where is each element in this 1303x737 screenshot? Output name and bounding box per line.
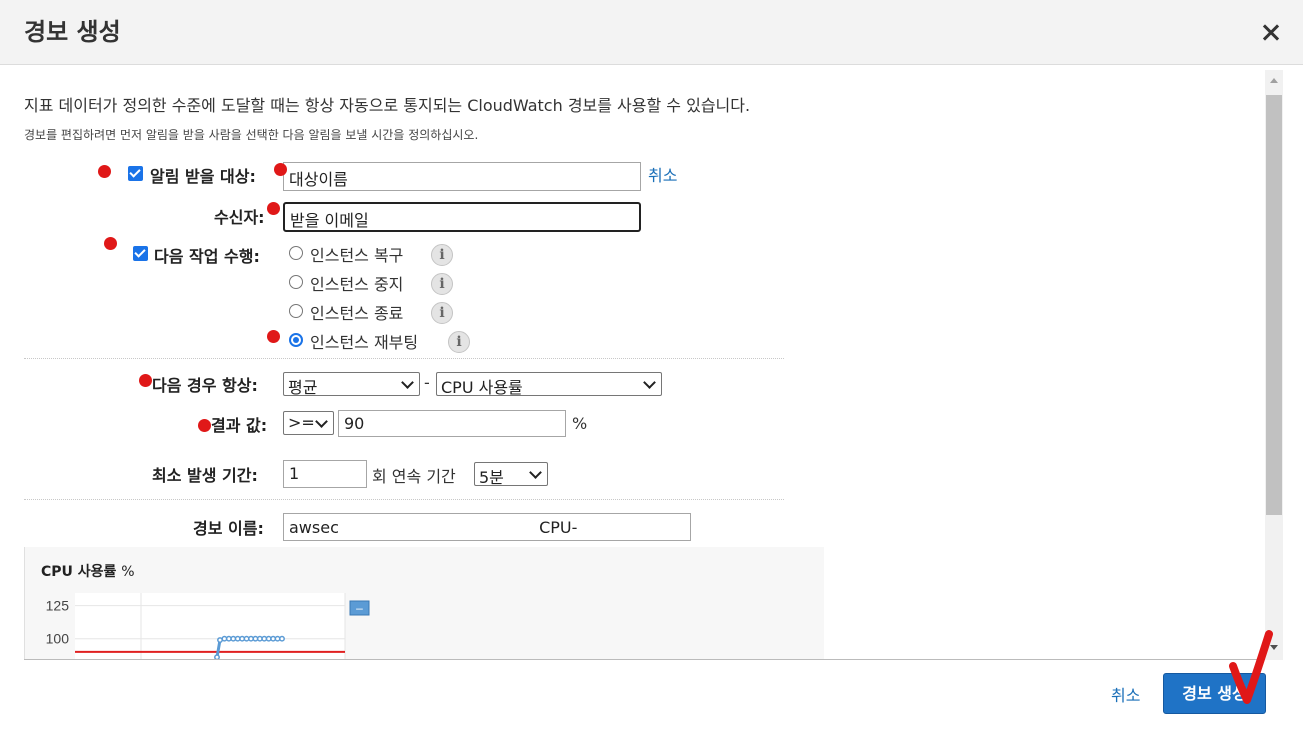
dialog-title: 경보 생성: [24, 18, 121, 46]
annotation-dot: [98, 165, 111, 178]
footer-divider: [24, 659, 1265, 660]
operator-select[interactable]: >=: [283, 411, 334, 435]
scroll-up-arrow[interactable]: [1270, 78, 1278, 83]
y-tick-label: 100: [46, 631, 70, 647]
condition-label: 다음 경우 항상:: [152, 376, 258, 395]
radio-stop[interactable]: [289, 275, 303, 289]
y-tick-label: 125: [46, 598, 70, 614]
radio-terminate[interactable]: [289, 304, 303, 318]
annotation-dot: [198, 419, 211, 432]
option-stop-label: 인스턴스 중지: [310, 275, 404, 294]
action-label: 다음 작업 수행:: [154, 247, 260, 266]
threshold-input[interactable]: 90: [338, 410, 566, 437]
period-middle-text: 회 연속 기간: [372, 467, 456, 486]
option-reboot-label: 인스턴스 재부팅: [310, 333, 419, 352]
dialog-body: 지표 데이터가 정의한 수준에 도달할 때는 항상 자동으로 통지되는 Clou…: [0, 65, 1265, 660]
alarm-name-start: awsec: [289, 518, 339, 537]
period-count-input[interactable]: 1: [283, 460, 367, 488]
alarm-name-end: CPU-: [539, 518, 578, 537]
recipient-email-input[interactable]: 받을 이메일: [283, 202, 641, 232]
action-checkbox[interactable]: [133, 246, 148, 261]
notify-checkbox[interactable]: [128, 166, 143, 181]
option-recover-label: 인스턴스 복구: [310, 246, 404, 265]
alarm-name-redacted: [343, 517, 534, 533]
radio-recover[interactable]: [289, 246, 303, 260]
annotation-dot: [104, 237, 117, 250]
option-terminate-label: 인스턴스 종료: [310, 304, 404, 323]
notify-target-input[interactable]: 대상이름: [283, 162, 641, 191]
condition-separator: -: [424, 373, 430, 392]
intro-text: 지표 데이터가 정의한 수준에 도달할 때는 항상 자동으로 통지되는 Clou…: [24, 96, 751, 115]
section-divider: [24, 358, 784, 359]
period-duration-select[interactable]: 5분: [474, 462, 548, 486]
notify-label: 알림 받을 대상:: [150, 167, 256, 186]
series-point: [279, 635, 285, 642]
radio-reboot[interactable]: [289, 333, 303, 347]
plot-area: [75, 593, 345, 660]
notify-cancel-link[interactable]: 취소: [648, 162, 677, 186]
annotation-dot: [267, 202, 280, 215]
alarm-name-label: 경보 이름:: [193, 519, 264, 538]
threshold-label: 결과 값:: [211, 416, 268, 435]
red-checkmark-annotation: [1229, 630, 1273, 704]
alarm-name-input[interactable]: awsec CPU-: [283, 513, 691, 541]
footer-cancel-link[interactable]: 취소: [1111, 682, 1140, 706]
metric-select[interactable]: CPU 사용률: [436, 372, 662, 396]
recipient-label: 수신자:: [214, 208, 265, 227]
annotation-dot: [139, 374, 152, 387]
cpu-chart-panel: CPU 사용률 % 125 100 75–: [24, 547, 824, 660]
dialog-header: 경보 생성: [0, 0, 1303, 65]
statistic-select[interactable]: 평균: [283, 372, 420, 396]
legend-toggle-label: –: [356, 601, 363, 615]
info-icon[interactable]: i: [431, 302, 453, 324]
info-icon[interactable]: i: [431, 244, 453, 266]
sub-text: 경보를 편집하려면 먼저 알림을 받을 사람을 선택한 다음 알림을 보낼 시간…: [24, 128, 479, 142]
cpu-chart: 12510075–: [46, 593, 370, 660]
threshold-unit: %: [572, 414, 588, 433]
info-icon[interactable]: i: [431, 273, 453, 295]
annotation-dot: [274, 163, 287, 176]
info-icon[interactable]: i: [448, 331, 470, 353]
close-icon[interactable]: [1257, 14, 1285, 48]
annotation-dot: [267, 330, 280, 343]
section-divider: [24, 499, 784, 500]
scrollbar-thumb[interactable]: [1266, 95, 1282, 515]
period-label: 최소 발생 기간:: [152, 466, 258, 485]
